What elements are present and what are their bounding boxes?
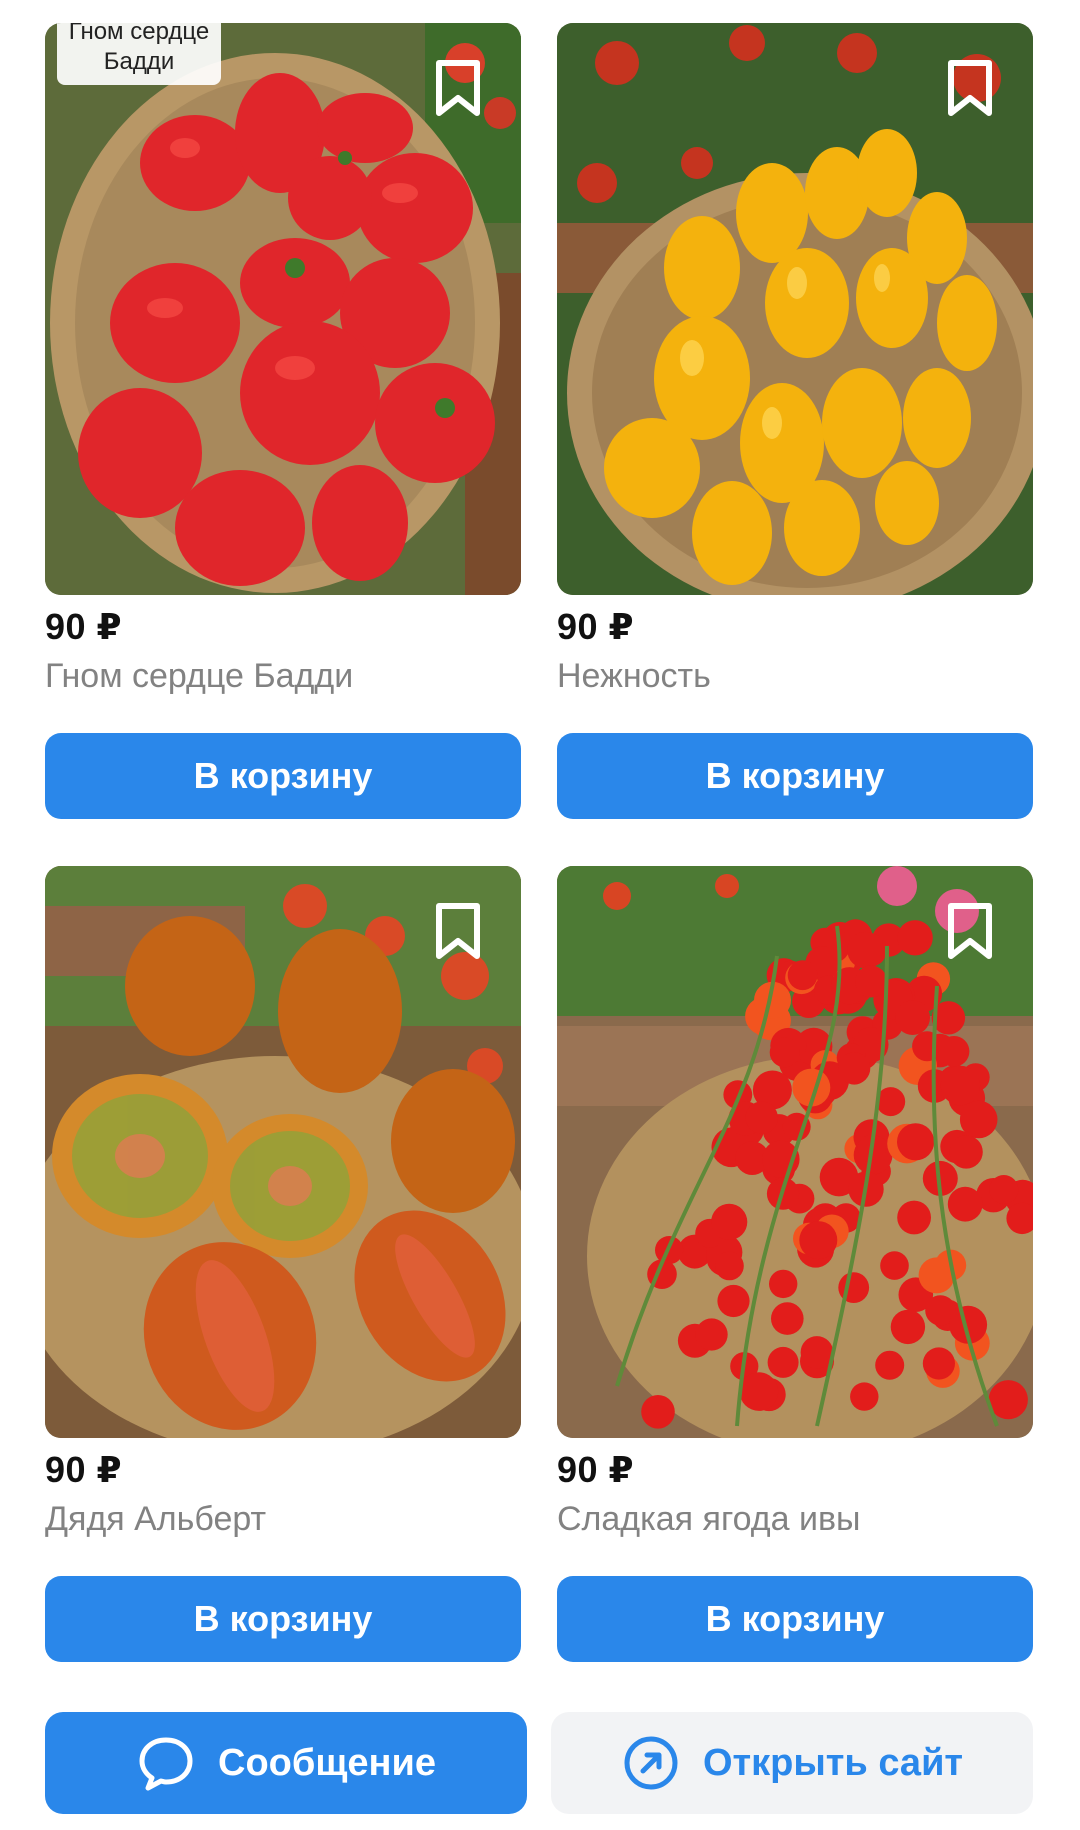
add-to-cart-button[interactable]: В корзину xyxy=(45,733,521,819)
product-price: 90 ₽ xyxy=(557,1449,635,1490)
add-to-cart-button[interactable]: В корзину xyxy=(557,1576,1033,1662)
product-photo[interactable] xyxy=(45,866,521,1438)
message-button[interactable]: Сообщение xyxy=(45,1712,527,1814)
bookmark-icon[interactable] xyxy=(943,57,997,121)
chat-bubble-icon xyxy=(136,1733,196,1793)
product-photo[interactable] xyxy=(557,866,1033,1438)
bookmark-icon[interactable] xyxy=(431,57,485,121)
add-to-cart-button[interactable]: В корзину xyxy=(557,733,1033,819)
open-site-button[interactable]: Открыть сайт xyxy=(551,1712,1033,1814)
message-button-label: Сообщение xyxy=(218,1741,436,1784)
product-name[interactable]: Гном сердце Бадди xyxy=(45,657,353,696)
photo-caption: Гном сердце Бадди xyxy=(57,23,221,85)
bookmark-icon[interactable] xyxy=(943,900,997,964)
external-link-icon xyxy=(621,1733,681,1793)
product-name[interactable]: Дядя Альберт xyxy=(45,1500,266,1539)
product-price: 90 ₽ xyxy=(557,606,635,647)
product-name[interactable]: Сладкая ягода ивы xyxy=(557,1500,860,1539)
product-name[interactable]: Нежность xyxy=(557,657,711,696)
add-to-cart-button[interactable]: В корзину xyxy=(45,1576,521,1662)
product-price: 90 ₽ xyxy=(45,606,123,647)
bookmark-icon[interactable] xyxy=(431,900,485,964)
product-photo[interactable] xyxy=(557,23,1033,595)
product-photo[interactable]: Гном сердце Бадди xyxy=(45,23,521,595)
open-site-button-label: Открыть сайт xyxy=(702,1741,964,1784)
product-price: 90 ₽ xyxy=(45,1449,123,1490)
